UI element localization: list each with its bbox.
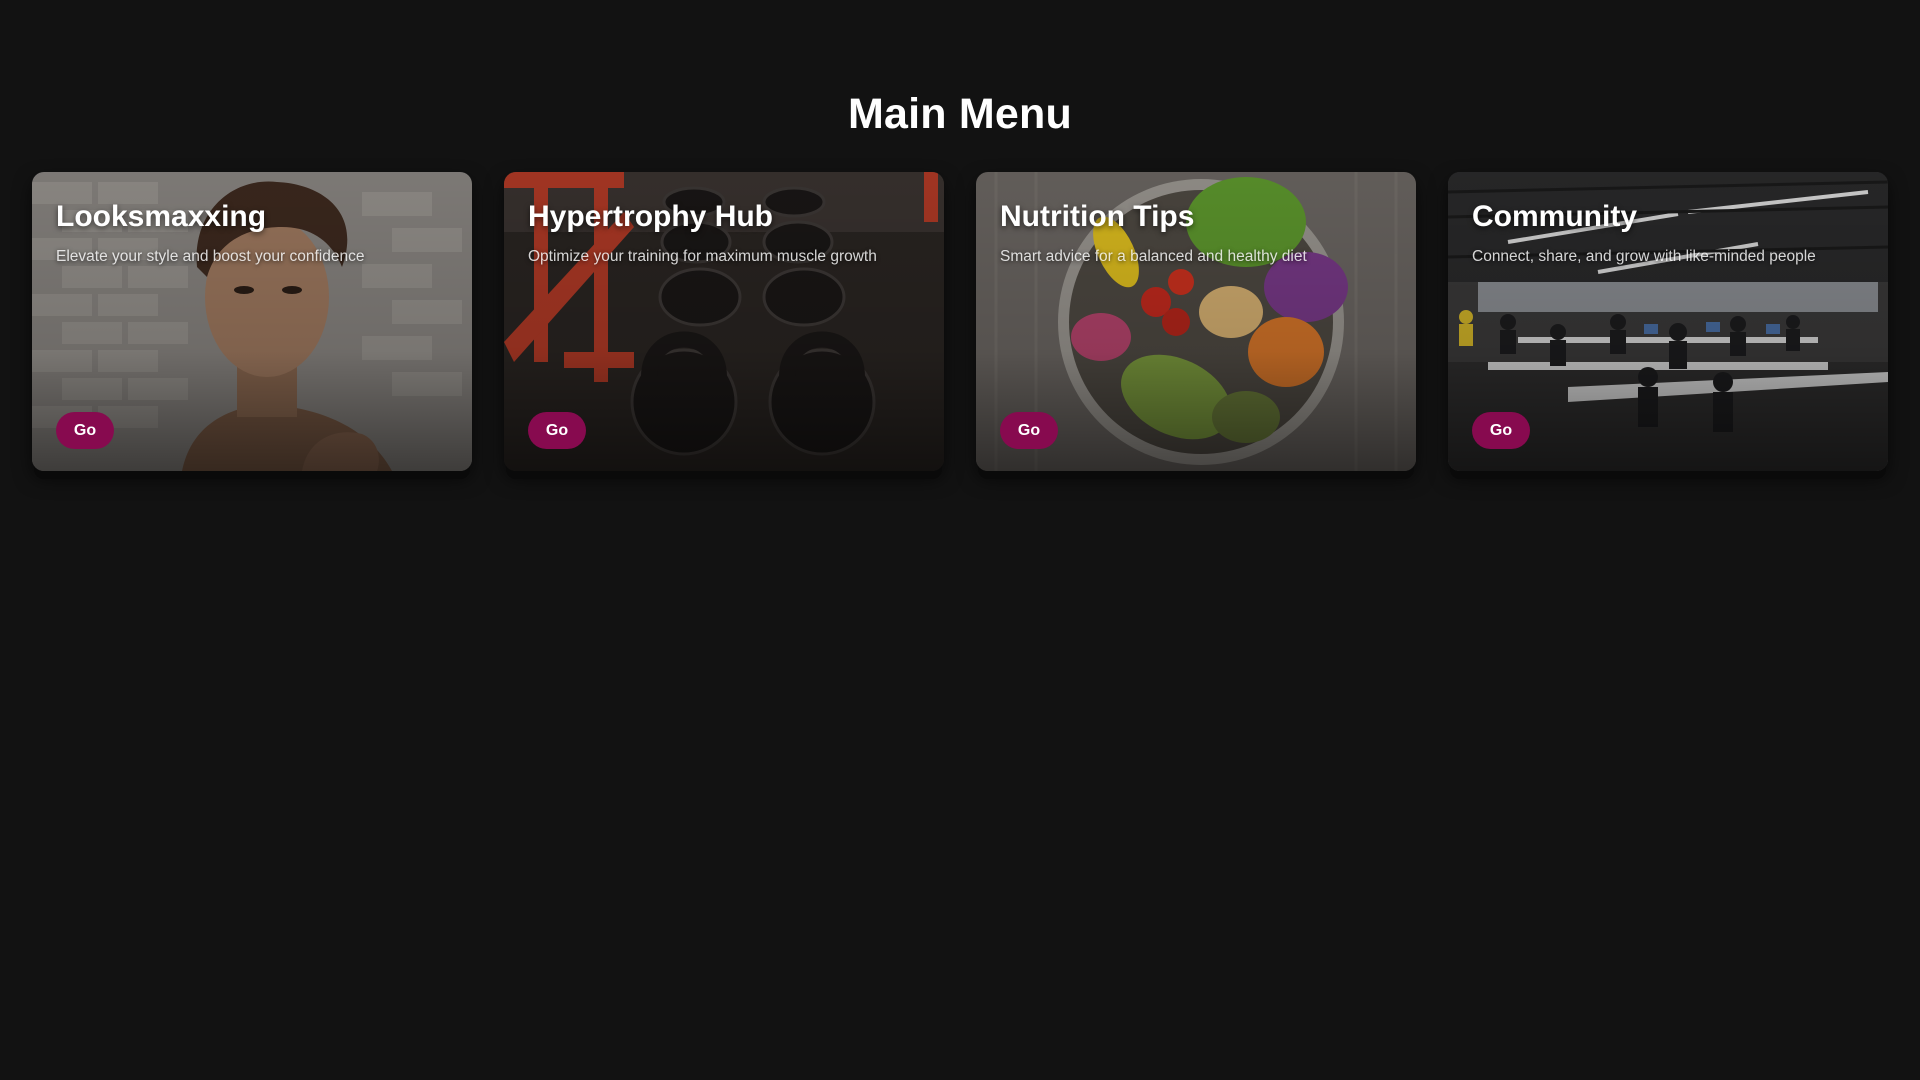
card-title: Nutrition Tips — [1000, 200, 1195, 233]
card-looksmaxxing[interactable]: Looksmaxxing Elevate your style and boos… — [32, 172, 472, 471]
card-description: Elevate your style and boost your confid… — [56, 248, 365, 265]
card-title: Hypertrophy Hub — [528, 200, 774, 233]
go-button-looksmaxxing[interactable]: Go — [56, 412, 114, 449]
card-description: Connect, share, and grow with like-minde… — [1472, 248, 1816, 265]
main-menu-page: Main Menu Looksmaxxing Elevate your styl… — [0, 0, 1920, 1080]
go-button-nutrition-tips[interactable]: Go — [1000, 412, 1058, 449]
card-title: Community — [1472, 200, 1637, 233]
card-nutrition-tips[interactable]: Nutrition Tips Smart advice for a balanc… — [976, 172, 1416, 471]
card-description: Smart advice for a balanced and healthy … — [1000, 248, 1307, 265]
go-button-community[interactable]: Go — [1472, 412, 1530, 449]
menu-card-grid: Looksmaxxing Elevate your style and boos… — [32, 172, 1888, 471]
card-description: Optimize your training for maximum muscl… — [528, 248, 877, 265]
go-button-hypertrophy-hub[interactable]: Go — [528, 412, 586, 449]
page-title: Main Menu — [848, 90, 1072, 138]
card-title: Looksmaxxing — [56, 200, 267, 233]
card-hypertrophy-hub[interactable]: Hypertrophy Hub Optimize your training f… — [504, 172, 944, 471]
card-community[interactable]: Community Connect, share, and grow with … — [1448, 172, 1888, 471]
